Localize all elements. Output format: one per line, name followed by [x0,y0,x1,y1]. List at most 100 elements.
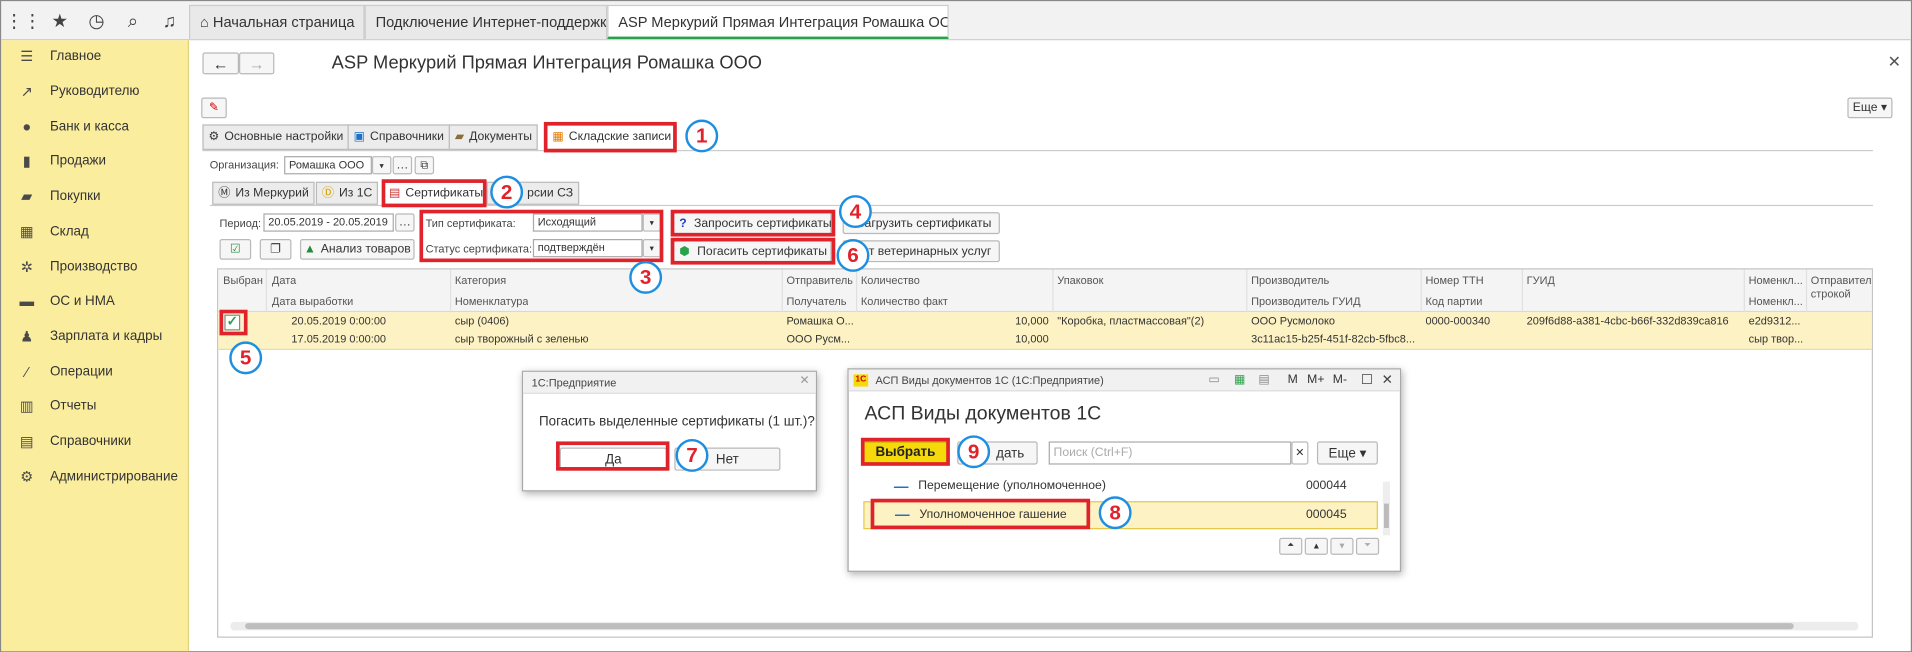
sidebar-item-bank[interactable]: ● Банк и касса [18,113,129,140]
cert-status-field[interactable]: подтверждён [532,239,643,258]
analysis-button[interactable]: ▲ Анализ товаров [299,239,415,260]
col-header-nomenclature[interactable]: Номенклатура [455,295,529,307]
subtab-certificates[interactable]: ▤ Сертификаты [382,181,490,205]
memory-button[interactable]: M [1288,373,1298,386]
sidebar-item-label: Руководителю [49,84,140,99]
move-up-icon[interactable]: ▲ [1304,537,1328,555]
subtab-from-mercury[interactable]: Ⓜ Из Меркурий [212,181,315,205]
move-top-icon[interactable]: ⏶ [1279,537,1303,555]
row-checkbox[interactable]: ✓ [224,314,241,331]
sidebar-item-reports[interactable]: ▥ Отчеты [18,393,96,420]
col-header-batch-code[interactable]: Код партии [1425,295,1482,307]
clear-search-icon[interactable]: ✕ [1291,441,1309,465]
subtab-from-1c[interactable]: Ⓓ Из 1С [315,181,379,205]
tab-documents[interactable]: ▰ Документы [448,124,539,150]
col-header-nomen[interactable]: Номенкл... [1749,274,1805,286]
history-icon[interactable]: ◷ [84,9,108,33]
favorites-star-icon[interactable]: ★ [48,9,72,33]
close-form-icon[interactable]: ✕ [1888,52,1901,72]
org-dropdown-icon[interactable]: ▾ [371,156,392,175]
org-field[interactable]: Ромашка ООО [284,156,372,175]
col-header-quantity[interactable]: Количество [861,274,920,286]
tab-home[interactable]: ⌂ Начальная страница [189,4,365,40]
cert-status-dropdown-icon[interactable]: ▾ [642,239,661,258]
col-header-guid[interactable]: ГУИД [1527,274,1555,286]
col-header-date[interactable]: Дата [272,274,296,286]
search-input[interactable]: Поиск (Ctrl+F) [1048,441,1292,465]
col-header-production-date[interactable]: Дата выработки [272,295,353,307]
tab-catalogs[interactable]: ▣ Справочники [347,124,451,150]
back-button[interactable]: ← [202,52,240,75]
more-label: Еще [1328,445,1356,461]
spreadsheet-icon[interactable]: ▦ [1234,373,1246,386]
scrollbar-thumb[interactable] [245,623,1794,630]
col-header-quantity-fact[interactable]: Количество факт [861,295,948,307]
move-down-icon[interactable]: ▼ [1330,537,1354,555]
repay-certificates-button[interactable]: ⬢ Погасить сертификаты [673,240,832,263]
move-bottom-icon[interactable]: ⏷ [1355,537,1380,555]
copy-icon[interactable]: ❐ [259,239,292,260]
sidebar-item-salary[interactable]: ♟ Зарплата и кадры [18,323,162,350]
item-icon: — [895,506,910,524]
scrollbar-thumb[interactable] [1384,503,1389,528]
tools-icon[interactable]: ✎ [201,97,227,119]
tab-home-label: Начальная страница [212,13,355,31]
close-icon[interactable]: ✕ [799,374,809,387]
table-row[interactable]: ✓ 20.05.2019 0:00:00 сыр (0406) Ромашка … [218,312,1872,350]
subtab-label: Из 1С [338,185,373,200]
more-button[interactable]: Еще ▾ [1847,97,1893,119]
tab-main-settings[interactable]: ⚙ Основные настройки [202,124,350,150]
sidebar-item-assets[interactable]: ▬ ОС и НМА [18,288,115,315]
truck-icon: ▬ [19,292,35,310]
org-open-icon[interactable]: ⧉ [414,156,435,175]
col-header-packages[interactable]: Упаковок [1057,274,1103,286]
cert-status-label: Статус сертификата: [425,242,533,255]
col-header-sender[interactable]: Отправитель [787,274,853,286]
col-header-producer-guid[interactable]: Производитель ГУИД [1251,295,1360,307]
bell-icon[interactable]: ♫ [157,9,181,33]
sidebar-item-director[interactable]: ↗ Руководителю [18,78,140,105]
tab-label: Основные настройки [224,129,344,144]
apps-grid-icon[interactable]: ⋮⋮ [5,9,42,33]
sidebar-item-catalogs[interactable]: ▤ Справочники [18,428,131,455]
col-header-ttn[interactable]: Номер ТТН [1425,274,1483,286]
vertical-scrollbar[interactable] [1382,481,1391,536]
sidebar-item-main[interactable]: ☰ Главное [18,43,101,70]
tab-asp-mercury[interactable]: ASP Меркурий Прямая Интеграция Ромашка О… [607,4,949,40]
period-field[interactable]: 20.05.2019 - 20.05.2019 [263,213,394,232]
cart-icon: ▰ [21,187,33,205]
col-header-producer[interactable]: Производитель [1251,274,1329,286]
request-certificates-button[interactable]: ? Запросить сертификаты [673,212,832,235]
org-select-button[interactable]: … [392,156,413,175]
cert-type-dropdown-icon[interactable]: ▾ [642,213,661,232]
close-icon[interactable]: ✕ [1382,372,1393,388]
tab-warehouse-records[interactable]: ▦ Складские записи [546,124,678,150]
sidebar-item-operations[interactable]: ⁄ Операции [18,359,113,386]
cert-type-field[interactable]: Исходящий [532,213,643,232]
sidebar-item-sales[interactable]: ▮ Продажи [18,148,106,175]
yes-button[interactable]: Да [559,447,668,471]
memory-minus-button[interactable]: M- [1333,373,1347,386]
sidebar-item-warehouse[interactable]: ▦ Склад [18,218,89,245]
print-icon[interactable]: ▭ [1208,373,1220,386]
sidebar-item-purchases[interactable]: ▰ Покупки [18,183,100,210]
col-header-receiver[interactable]: Получатель [787,295,847,307]
more-button[interactable]: Еще ▾ [1316,441,1378,465]
check-all-icon[interactable]: ☑ [219,239,252,260]
select-button[interactable]: Выбрать [863,441,948,465]
calendar-icon[interactable]: ▤ [1258,373,1270,386]
maximize-icon[interactable]: ☐ [1361,372,1373,388]
period-select-button[interactable]: … [395,213,415,232]
col-header-nomen-2[interactable]: Номенкл... [1749,295,1805,307]
sidebar-item-admin[interactable]: ⚙ Администрирование [18,463,178,490]
memory-plus-button[interactable]: M+ [1307,373,1324,386]
search-icon[interactable]: ⌕ [121,9,145,33]
tab-internet-support[interactable]: Подключение Интернет-поддержки✕ [364,4,608,40]
col-header-sender-string[interactable]: Отправитель строкой [1811,274,1872,301]
sidebar-item-production[interactable]: ✲ Производство [18,254,138,281]
col-header-selected[interactable]: Выбран [223,274,263,286]
forward-button[interactable]: → [239,52,275,75]
sidebar-item-label: Склад [49,224,89,240]
col-header-category[interactable]: Категория [455,274,506,286]
horizontal-scrollbar[interactable] [230,621,1859,631]
